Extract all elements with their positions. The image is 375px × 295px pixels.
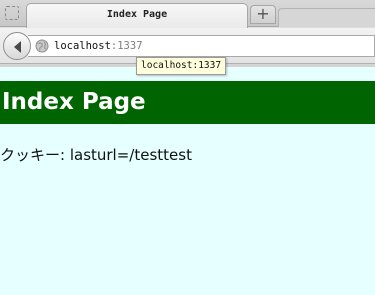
tab-strip-empty-area [278, 8, 375, 27]
tab-title: Index Page [106, 9, 168, 20]
page-content: Index Page クッキー: lasturl=/testtest [0, 67, 375, 295]
window-menu-icon[interactable] [5, 6, 19, 20]
cookie-label: クッキー: [0, 146, 70, 164]
globe-icon [35, 39, 49, 53]
url-host: localhost [54, 40, 111, 52]
back-button[interactable] [3, 32, 31, 60]
tab-strip: Index Page + [0, 0, 375, 28]
cookie-text: クッキー: lasturl=/testtest [0, 144, 192, 165]
back-arrow-icon [14, 41, 21, 53]
url-text: localhost:1337 [54, 40, 143, 52]
url-port: :1337 [110, 40, 143, 52]
address-bar[interactable]: localhost:1337 [28, 35, 375, 57]
page-heading: Index Page [0, 81, 375, 124]
url-tooltip: localhost:1337 [136, 57, 227, 75]
new-tab-button[interactable]: + [250, 5, 276, 24]
cookie-value: lasturl=/testtest [69, 146, 192, 164]
tab-index-page[interactable]: Index Page [26, 3, 248, 28]
